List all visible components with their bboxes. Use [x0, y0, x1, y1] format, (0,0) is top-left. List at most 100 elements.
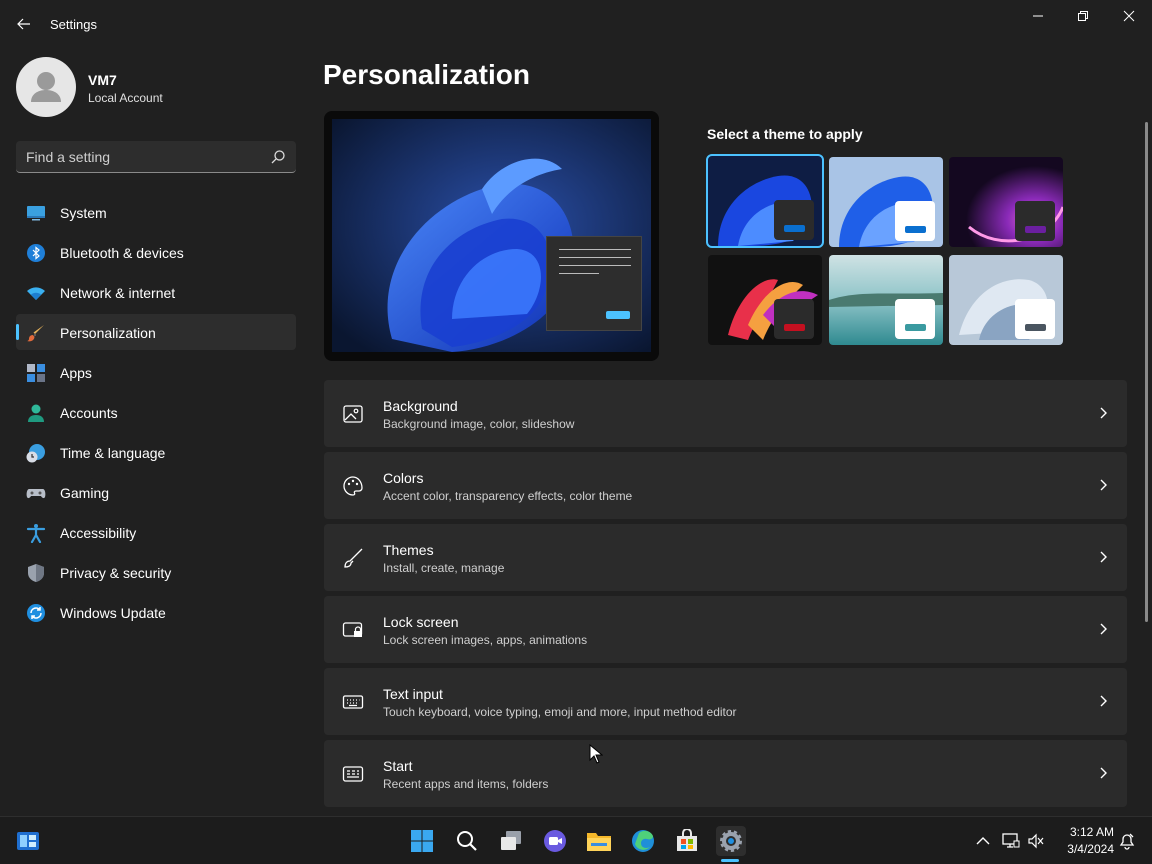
file-explorer-button[interactable]: [584, 826, 614, 856]
network-display-icon: [1002, 833, 1020, 848]
taskbar-search-button[interactable]: [452, 826, 482, 856]
sidebar-item-label: Time & language: [60, 445, 166, 461]
apps-icon: [27, 364, 45, 382]
sidebar-item-label: Privacy & security: [60, 565, 172, 581]
system-icon: [27, 206, 45, 221]
clock-globe-icon: [26, 444, 45, 463]
tray-date: 3/4/2024: [1067, 842, 1114, 856]
title-bar: Settings: [0, 0, 1152, 48]
sidebar-item-time-language[interactable]: Time & language: [16, 434, 296, 470]
theme-tile-sunrise[interactable]: [829, 255, 943, 345]
search-icon[interactable]: [270, 149, 286, 165]
avatar[interactable]: [16, 57, 76, 117]
search-box[interactable]: [16, 141, 296, 173]
sidebar-item-label: Personalization: [60, 325, 156, 341]
chat-icon: [544, 830, 566, 852]
mouse-cursor-icon: [589, 744, 603, 764]
setting-subtitle: Lock screen images, apps, animations: [383, 633, 588, 647]
preview-wallpaper: [332, 119, 651, 352]
sidebar-item-system[interactable]: System: [16, 194, 296, 230]
sidebar-item-bluetooth[interactable]: Bluetooth & devices: [16, 234, 296, 270]
theme-accent-badge: [895, 299, 935, 339]
gear-icon: [720, 830, 742, 852]
bluetooth-icon: [27, 244, 45, 262]
start-button[interactable]: [407, 826, 437, 856]
active-app-indicator: [721, 859, 739, 862]
back-arrow-icon: [17, 18, 30, 30]
sidebar-nav: System Bluetooth & devices Network & int…: [16, 194, 296, 634]
taskbar: 3:12 AM 3/4/2024: [0, 816, 1152, 864]
show-hidden-icons-button[interactable]: [968, 826, 998, 856]
theme-tile-windows-light[interactable]: [829, 157, 943, 247]
window-title: Settings: [50, 17, 97, 32]
setting-lock-screen[interactable]: Lock screen Lock screen images, apps, an…: [324, 596, 1127, 663]
brush-icon: [27, 325, 44, 342]
back-button[interactable]: [12, 12, 36, 36]
keyboard-icon: [342, 695, 364, 709]
palette-icon: [343, 476, 363, 496]
setting-title: Lock screen: [383, 614, 459, 630]
setting-subtitle: Install, create, manage: [383, 561, 505, 575]
chat-button[interactable]: [540, 826, 570, 856]
setting-subtitle: Background image, color, slideshow: [383, 417, 575, 431]
scrollbar[interactable]: [1145, 122, 1148, 622]
chevron-right-icon: [1100, 407, 1107, 419]
sidebar-item-windows-update[interactable]: Windows Update: [16, 594, 296, 630]
theme-tile-captured-motion[interactable]: [708, 255, 822, 345]
wifi-icon: [27, 287, 45, 300]
notifications-button[interactable]: [1112, 826, 1142, 856]
chevron-right-icon: [1100, 623, 1107, 635]
user-silhouette-icon: [31, 72, 61, 102]
start-menu-icon: [342, 766, 364, 782]
store-button[interactable]: [672, 826, 702, 856]
close-icon: [1123, 10, 1135, 22]
search-input[interactable]: [26, 147, 256, 167]
image-icon: [343, 405, 363, 423]
sidebar-item-accessibility[interactable]: Accessibility: [16, 514, 296, 550]
chevron-right-icon: [1100, 767, 1107, 779]
user-name: VM7: [88, 72, 117, 88]
sidebar-item-label: Accounts: [60, 405, 118, 421]
theme-preview: [324, 111, 659, 361]
theme-grid: [706, 154, 1063, 347]
volume-tray-button[interactable]: [1021, 826, 1051, 856]
settings-app-button[interactable]: [716, 826, 746, 856]
task-view-icon: [501, 831, 521, 850]
sidebar-item-label: System: [60, 205, 107, 221]
accounts-icon: [28, 404, 44, 422]
widgets-icon: [17, 832, 39, 850]
sidebar-item-accounts[interactable]: Accounts: [16, 394, 296, 430]
setting-start[interactable]: Start Recent apps and items, folders: [324, 740, 1127, 807]
theme-tile-flow[interactable]: [949, 255, 1063, 345]
theme-accent-badge: [1015, 299, 1055, 339]
task-view-button[interactable]: [496, 826, 526, 856]
search-icon: [457, 831, 477, 851]
setting-themes[interactable]: Themes Install, create, manage: [324, 524, 1127, 591]
theme-accent-badge: [774, 299, 814, 339]
brush-outline-icon: [344, 548, 363, 568]
theme-tile-glow[interactable]: [949, 157, 1063, 247]
account-type: Local Account: [88, 91, 163, 105]
sidebar-item-apps[interactable]: Apps: [16, 354, 296, 390]
setting-background[interactable]: Background Background image, color, slid…: [324, 380, 1127, 447]
sidebar-item-privacy-security[interactable]: Privacy & security: [16, 554, 296, 590]
theme-tile-windows-dark[interactable]: [706, 154, 824, 248]
restore-button[interactable]: [1071, 4, 1095, 28]
close-button[interactable]: [1117, 4, 1141, 28]
preview-window: [546, 236, 642, 331]
setting-subtitle: Accent color, transparency effects, colo…: [383, 489, 633, 503]
widgets-button[interactable]: [13, 826, 43, 856]
setting-title: Colors: [383, 470, 424, 486]
sidebar-item-personalization[interactable]: Personalization: [16, 314, 296, 350]
edge-button[interactable]: [628, 826, 658, 856]
setting-subtitle: Touch keyboard, voice typing, emoji and …: [383, 705, 737, 719]
sidebar-item-gaming[interactable]: Gaming: [16, 474, 296, 510]
gamepad-icon: [26, 489, 46, 499]
update-icon: [27, 604, 45, 622]
sidebar-item-network[interactable]: Network & internet: [16, 274, 296, 310]
volume-muted-icon: [1028, 833, 1044, 849]
minimize-button[interactable]: [1026, 4, 1050, 28]
chevron-right-icon: [1100, 695, 1107, 707]
setting-text-input[interactable]: Text input Touch keyboard, voice typing,…: [324, 668, 1127, 735]
setting-colors[interactable]: Colors Accent color, transparency effect…: [324, 452, 1127, 519]
